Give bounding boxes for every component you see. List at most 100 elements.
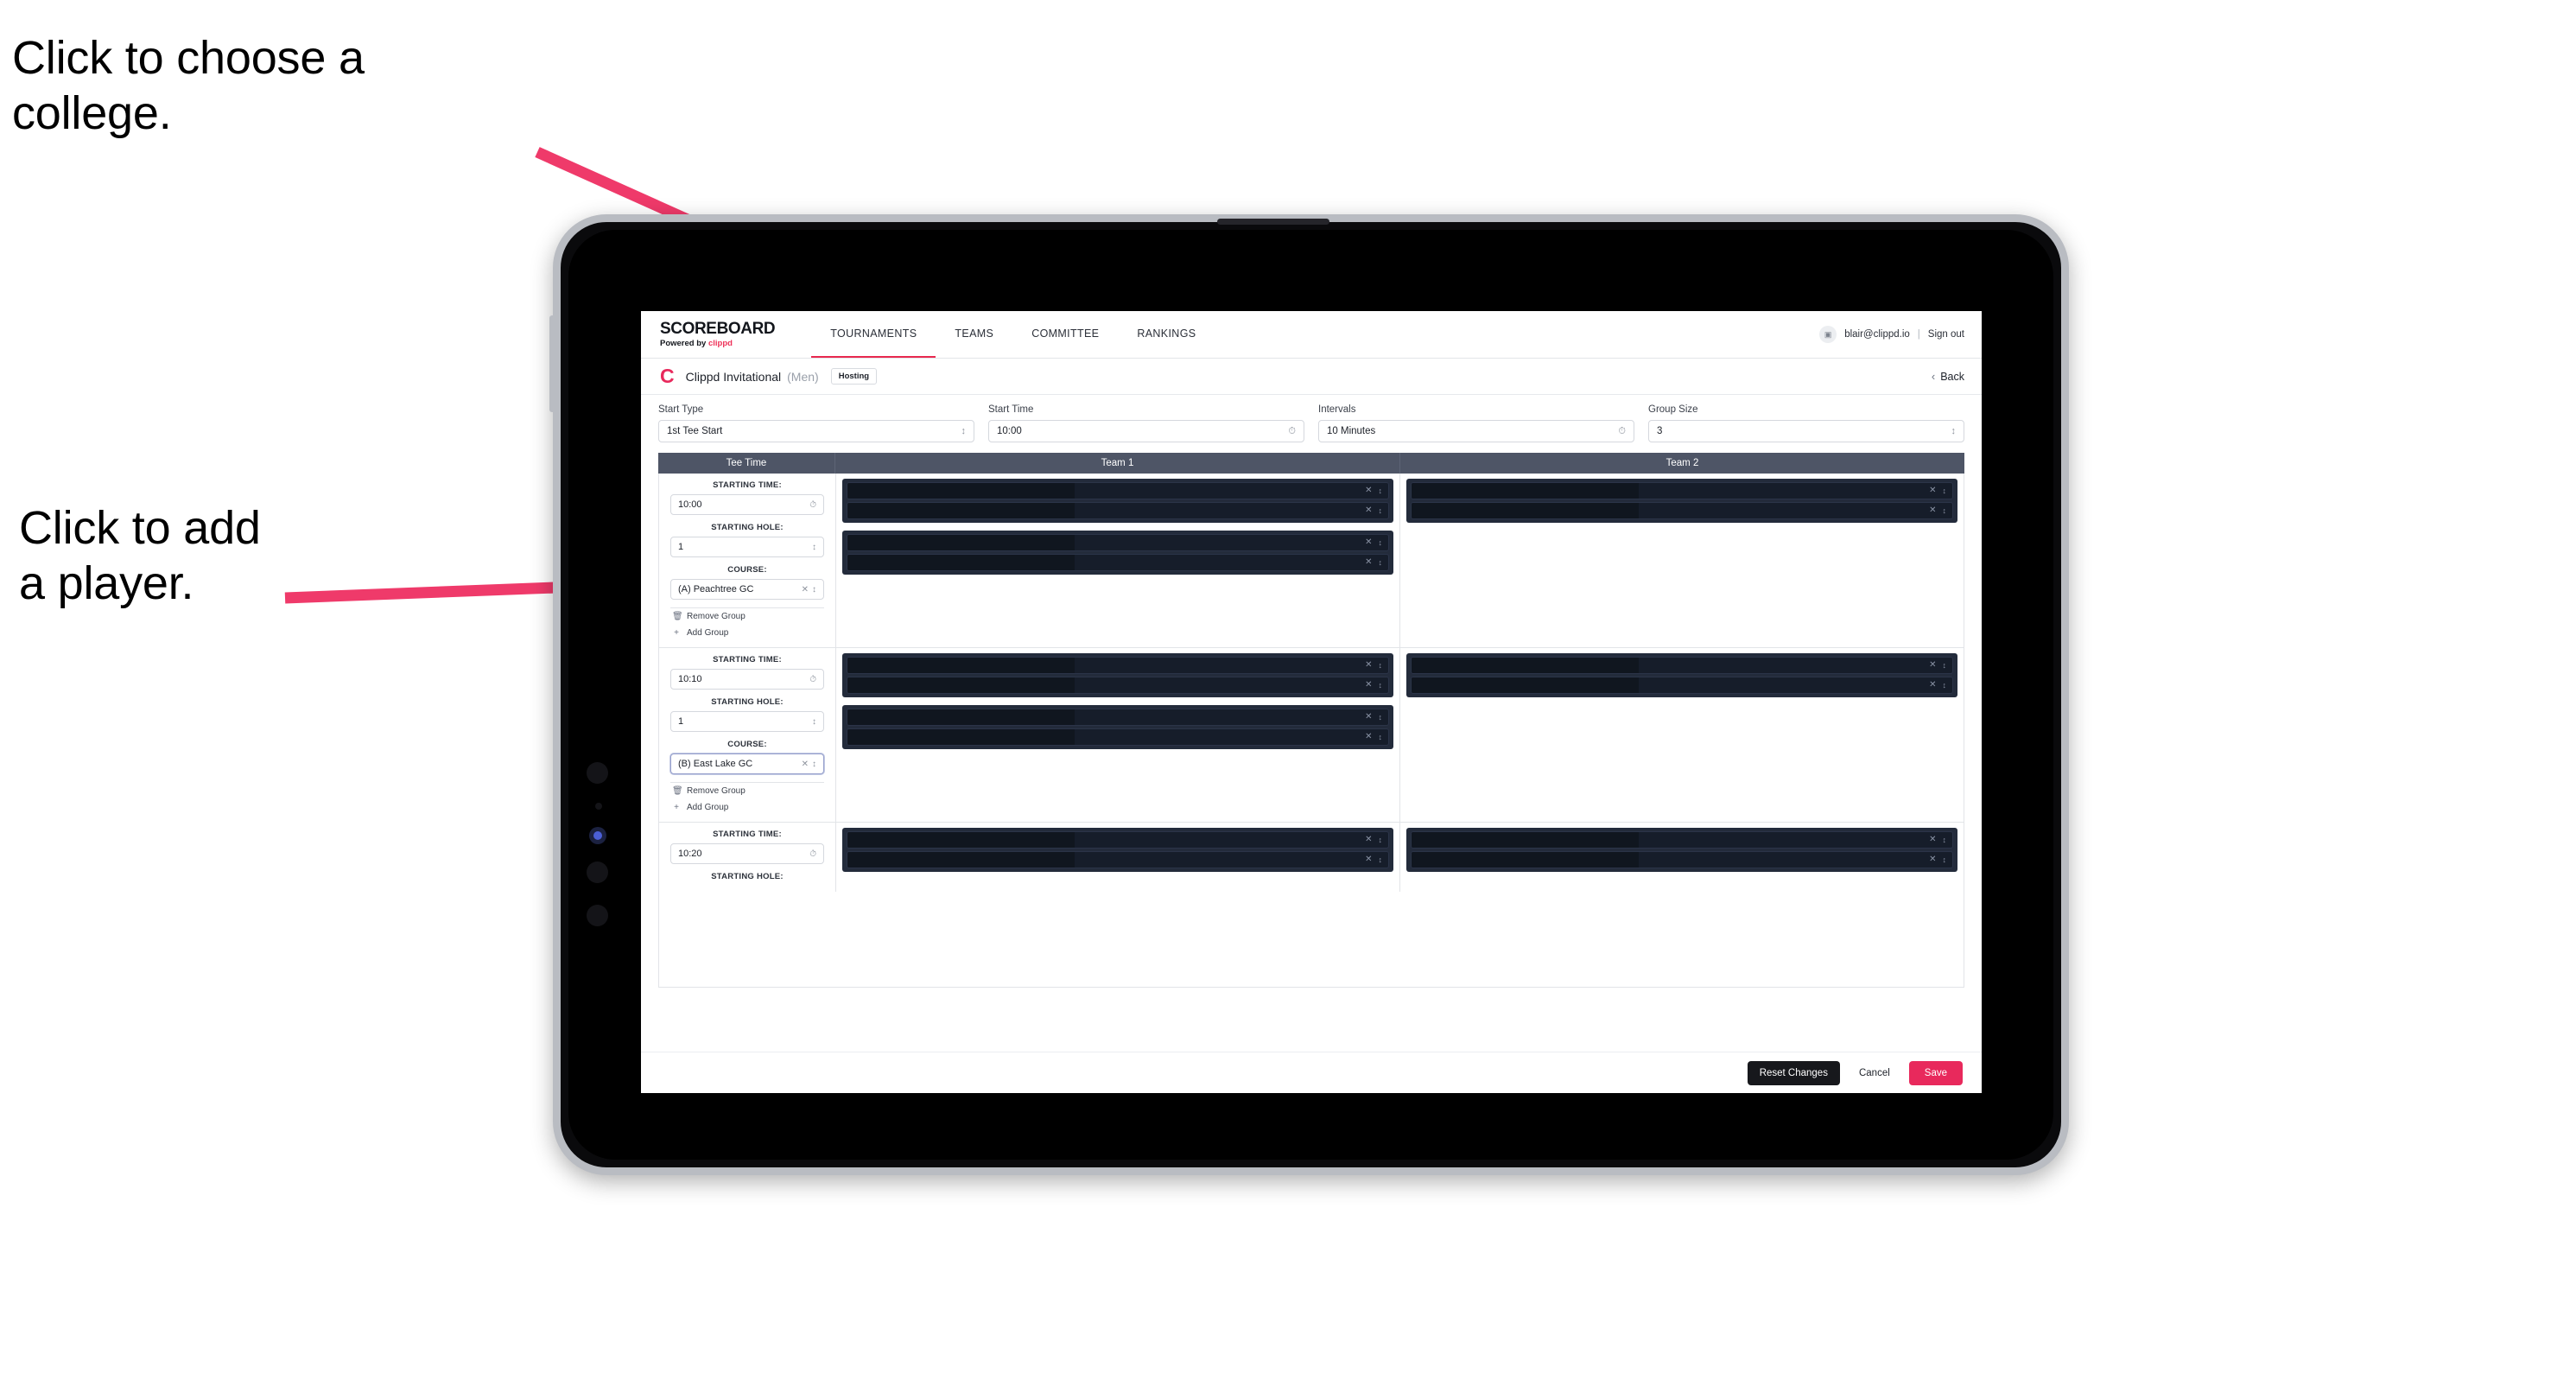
group-size-select[interactable]: 3 ↕ [1648, 420, 1964, 442]
close-x-icon[interactable]: ✕ [1365, 855, 1372, 864]
starting-time-input[interactable]: 10:10 ⏱ [670, 669, 824, 690]
close-x-icon[interactable]: ✕ [1929, 506, 1936, 515]
stepper-icon[interactable]: ↕ [1943, 506, 1947, 515]
scoreboard-logo[interactable]: SCOREBOARD Powered by clippd [660, 311, 776, 358]
player-slot[interactable]: ✕ ↕ [847, 728, 1389, 746]
close-x-icon[interactable]: ✕ [1365, 486, 1372, 495]
close-x-icon[interactable]: ✕ [802, 585, 809, 594]
starting-time-label: STARTING TIME: [713, 830, 782, 839]
stepper-icon[interactable]: ↕ [1379, 661, 1383, 670]
stepper-icon[interactable]: ↕ [1379, 733, 1383, 741]
stepper-icon[interactable]: ↕ [1379, 681, 1383, 690]
stepper-icon[interactable]: ↕ [1379, 713, 1383, 722]
clock-icon[interactable]: ⏱ [809, 675, 816, 684]
player-group-card: ✕ ↕ ✕ ↕ [842, 479, 1393, 523]
player-slot[interactable]: ✕ ↕ [847, 657, 1389, 674]
tab-teams[interactable]: TEAMS [936, 311, 1012, 358]
clock-icon[interactable]: ⏱ [1618, 426, 1626, 437]
close-x-icon[interactable]: ✕ [1929, 486, 1936, 495]
back-button[interactable]: ‹ Back [1932, 370, 1964, 383]
player-slot[interactable]: ✕ ↕ [847, 482, 1389, 499]
tab-committee[interactable]: COMMITTEE [1012, 311, 1118, 358]
clock-icon[interactable]: ⏱ [809, 849, 816, 859]
close-x-icon[interactable]: ✕ [1365, 538, 1372, 547]
player-slot[interactable]: ✕ ↕ [847, 677, 1389, 694]
clock-icon[interactable]: ⏱ [809, 500, 816, 510]
tab-tournaments[interactable]: TOURNAMENTS [811, 311, 936, 358]
close-x-icon[interactable]: ✕ [1365, 506, 1372, 515]
close-x-icon[interactable]: ✕ [1929, 836, 1936, 844]
close-x-icon[interactable]: ✕ [802, 760, 809, 769]
player-slot[interactable]: ✕ ↕ [847, 851, 1389, 868]
player-slot[interactable]: ✕ ↕ [847, 831, 1389, 849]
course-select[interactable]: (A) Peachtree GC ✕ ↕ [670, 579, 824, 600]
close-x-icon[interactable]: ✕ [1365, 733, 1372, 741]
player-slot-icons: ✕ ↕ [1365, 681, 1382, 690]
stepper-icon[interactable]: ↕ [1379, 558, 1383, 567]
stepper-icon[interactable]: ↕ [812, 717, 816, 727]
starting-time-input[interactable]: 10:00 ⏱ [670, 494, 824, 515]
starting-hole-input[interactable]: 1 ↕ [670, 537, 824, 557]
close-x-icon[interactable]: ✕ [1929, 681, 1936, 690]
player-slot[interactable]: ✕ ↕ [1411, 831, 1953, 849]
close-x-icon[interactable]: ✕ [1929, 661, 1936, 670]
player-slot[interactable]: ✕ ↕ [847, 502, 1389, 519]
starting-time-value: 10:00 [678, 499, 702, 510]
player-slot[interactable]: ✕ ↕ [1411, 851, 1953, 868]
close-x-icon[interactable]: ✕ [1365, 713, 1372, 722]
player-slot-icons: ✕ ↕ [1365, 661, 1382, 670]
clock-icon[interactable]: ⏱ [1288, 426, 1296, 437]
player-name-placeholder [847, 677, 1075, 693]
tablet-speaker-grill [1217, 219, 1329, 225]
start-type-select[interactable]: 1st Tee Start ↕ [658, 420, 974, 442]
player-slot[interactable]: ✕ ↕ [1411, 502, 1953, 519]
stepper-icon[interactable]: ↕ [961, 426, 967, 436]
stepper-icon[interactable]: ↕ [1379, 855, 1383, 864]
stepper-icon[interactable]: ↕ [1943, 855, 1947, 864]
save-button[interactable]: Save [1908, 1060, 1963, 1085]
tee-time-cell: STARTING TIME: 10:00 ⏱ STARTING HOLE: 1 … [659, 474, 836, 647]
stepper-icon[interactable]: ↕ [1379, 486, 1383, 495]
player-slot[interactable]: ✕ ↕ [847, 709, 1389, 726]
stepper-icon[interactable]: ↕ [1943, 661, 1947, 670]
stepper-icon[interactable]: ↕ [1943, 681, 1947, 690]
sign-out-link[interactable]: Sign out [1928, 329, 1964, 340]
close-x-icon[interactable]: ✕ [1365, 836, 1372, 844]
player-group-card: ✕ ↕ ✕ ↕ [842, 531, 1393, 575]
close-x-icon[interactable]: ✕ [1365, 661, 1372, 670]
course-select[interactable]: (B) East Lake GC ✕ ↕ [670, 753, 824, 774]
stepper-icon[interactable]: ↕ [1951, 426, 1957, 436]
tab-rankings[interactable]: RANKINGS [1118, 311, 1215, 358]
player-slot[interactable]: ✕ ↕ [847, 534, 1389, 551]
player-slot[interactable]: ✕ ↕ [1411, 482, 1953, 499]
tablet-power-button[interactable] [549, 315, 555, 412]
table-row: STARTING TIME: 10:20 ⏱ STARTING HOLE: ✕ ↕… [659, 823, 1964, 892]
close-x-icon[interactable]: ✕ [1365, 558, 1372, 567]
stepper-icon[interactable]: ↕ [812, 543, 816, 552]
stepper-icon[interactable]: ↕ [812, 760, 816, 769]
add-group-button[interactable]: + Add Group [670, 799, 824, 816]
stepper-icon[interactable]: ↕ [1379, 538, 1383, 547]
add-group-button[interactable]: + Add Group [670, 625, 824, 641]
intervals-input[interactable]: 10 Minutes ⏱ [1318, 420, 1634, 442]
starting-time-input[interactable]: 10:20 ⏱ [670, 843, 824, 864]
stepper-icon[interactable]: ↕ [1379, 506, 1383, 515]
reset-changes-button[interactable]: Reset Changes [1747, 1060, 1840, 1085]
stepper-icon[interactable]: ↕ [1943, 836, 1947, 844]
starting-hole-input[interactable]: 1 ↕ [670, 711, 824, 732]
player-name-placeholder [847, 709, 1075, 725]
stepper-icon[interactable]: ↕ [812, 585, 816, 594]
remove-group-button[interactable]: 🗑 Remove Group [670, 782, 824, 799]
player-slot[interactable]: ✕ ↕ [847, 554, 1389, 571]
player-slot[interactable]: ✕ ↕ [1411, 657, 1953, 674]
start-time-input[interactable]: 10:00 ⏱ [988, 420, 1304, 442]
close-x-icon[interactable]: ✕ [1365, 681, 1372, 690]
team-2-cell: ✕ ↕ ✕ ↕ [1400, 474, 1964, 647]
stepper-icon[interactable]: ↕ [1943, 486, 1947, 495]
player-slot[interactable]: ✕ ↕ [1411, 677, 1953, 694]
close-x-icon[interactable]: ✕ [1929, 855, 1936, 864]
user-avatar-icon[interactable]: ▣ [1819, 326, 1837, 343]
stepper-icon[interactable]: ↕ [1379, 836, 1383, 844]
remove-group-button[interactable]: 🗑 Remove Group [670, 607, 824, 625]
cancel-button[interactable]: Cancel [1854, 1061, 1895, 1085]
